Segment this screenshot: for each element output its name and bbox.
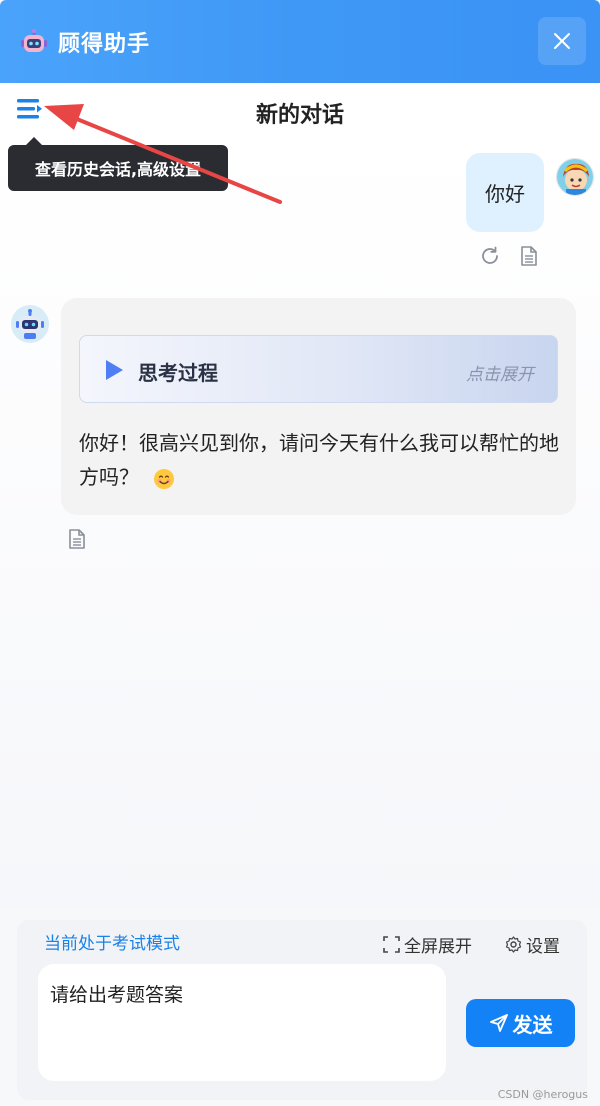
document-icon[interactable] (518, 245, 540, 267)
chat-area (0, 139, 600, 908)
message-input[interactable]: 请给出考题答案 (38, 964, 446, 1081)
smile-emoji-icon (154, 468, 175, 489)
input-panel: 当前处于考试模式 全屏展开 设置 请给出考题答案 发送 (17, 920, 587, 1100)
exam-mode-label: 当前处于考试模式 (44, 934, 180, 954)
close-icon (554, 33, 570, 49)
conversation-header: 新的对话 (0, 83, 600, 139)
fullscreen-label: 全屏展开 (404, 937, 472, 957)
conversation-title: 新的对话 (255, 103, 344, 128)
refresh-icon[interactable] (479, 245, 501, 267)
settings-label: 设置 (526, 937, 560, 957)
user-avatar (556, 158, 594, 196)
bot-message-text-wrap: 你好！很高兴见到你，请问今天有什么我可以帮忙的地方吗？ (79, 426, 559, 494)
bot-message-bubble: 思考过程 点击展开 你好！很高兴见到你，请问今天有什么我可以帮忙的地方吗？ (61, 298, 576, 515)
close-button[interactable] (538, 17, 586, 65)
gear-icon (505, 936, 522, 953)
user-message-bubble: 你好 (466, 153, 544, 232)
document-icon[interactable] (66, 528, 88, 550)
thinking-label: 思考过程 (138, 361, 218, 385)
app-title: 顾得助手 (58, 31, 151, 57)
fullscreen-button[interactable]: 全屏展开 (383, 932, 472, 957)
send-label: 发送 (512, 1012, 553, 1037)
thinking-process-toggle[interactable]: 思考过程 点击展开 (79, 335, 558, 403)
thinking-expand-link[interactable]: 点击展开 (466, 360, 534, 385)
robot-logo-icon (21, 28, 47, 52)
fullscreen-icon (383, 936, 400, 953)
watermark: CSDN @herogus (497, 1088, 588, 1101)
bot-avatar (11, 305, 49, 343)
robot-avatar-icon (16, 309, 44, 339)
play-icon (106, 360, 123, 380)
menu-tooltip: 查看历史会话,高级设置 (8, 137, 228, 191)
send-button[interactable]: 发送 (466, 999, 575, 1047)
user-message-text: 你好 (485, 182, 525, 206)
bot-message-text: 你好！很高兴见到你，请问今天有什么我可以帮忙的地方吗？ (79, 431, 559, 489)
app-header: 顾得助手 (0, 0, 600, 83)
settings-button[interactable]: 设置 (505, 932, 560, 957)
send-icon (489, 1014, 508, 1032)
